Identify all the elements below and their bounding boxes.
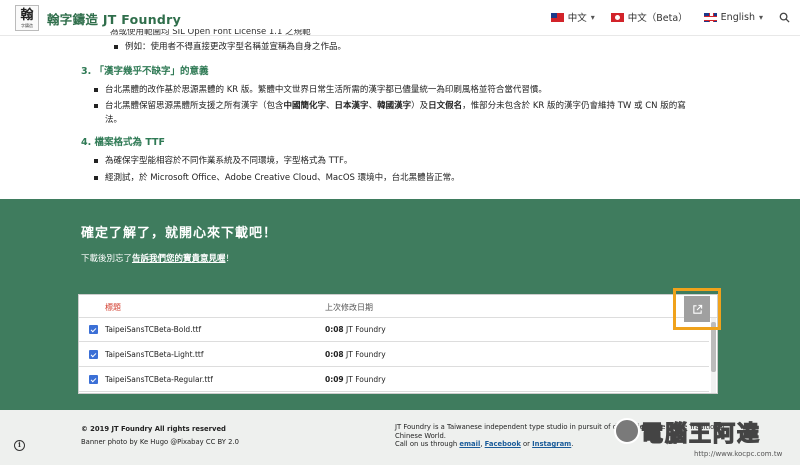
file-list-header: 標題 上次修改日期 bbox=[79, 295, 717, 318]
info-icon[interactable]: i bbox=[14, 440, 25, 451]
font-file-icon bbox=[89, 375, 98, 384]
text-segment: . bbox=[571, 440, 574, 448]
copyright-text: © 2019 JT Foundry All rights reserved bbox=[81, 425, 226, 433]
lang-label: 中文（Beta） bbox=[627, 13, 688, 24]
file-name: TaipeiSansTCBeta-Light.ttf bbox=[105, 350, 204, 359]
text-segment: or bbox=[520, 440, 533, 448]
language-nav: 中文 ▾ 中文（Beta） English ▾ bbox=[550, 10, 790, 24]
section-heading-4: 4. 檔案格式為 TTF bbox=[81, 137, 166, 148]
flag-uk-icon bbox=[703, 12, 717, 22]
text-segment: ！ bbox=[225, 254, 235, 264]
open-external-icon bbox=[692, 304, 702, 314]
chevron-down-icon: ▾ bbox=[590, 12, 595, 22]
footer-left: © 2019 JT Foundry All rights reserved Ba… bbox=[81, 423, 239, 449]
instagram-link[interactable]: Instagram bbox=[532, 440, 571, 448]
watermark-avatar bbox=[614, 418, 640, 444]
section4-bullet-2: 經測試，於 Microsoft Office、Adobe Creative Cl… bbox=[94, 172, 745, 184]
watermark-url: http://www.kocpc.com.tw bbox=[694, 450, 783, 458]
column-header-title[interactable]: 標題 bbox=[105, 302, 121, 313]
logo-subtext: 字鑄造 bbox=[21, 22, 33, 28]
file-time: 0:08 bbox=[325, 325, 344, 334]
logo-glyph: 翰 bbox=[20, 7, 34, 23]
section3-bullet-2: 台北黑體保留思源黑體所支援之所有漢字（包含中國簡化字、日本漢字、韓國漢字）及日文… bbox=[94, 100, 745, 112]
download-title: 確定了解了，就開心來下載吧！ bbox=[81, 226, 278, 241]
font-file-icon bbox=[89, 325, 98, 334]
lang-menu-zh-hk[interactable]: 中文（Beta） bbox=[610, 10, 688, 24]
search-button[interactable] bbox=[779, 10, 790, 24]
banner-credit: Banner photo by Ke Hugo @Pixabay CC BY 2… bbox=[81, 438, 239, 446]
text-segment: ，惟部分未包含於 KR 版的漢字仍會維持 TW 或 CN 版的寫 bbox=[462, 101, 686, 111]
section3-bullet-2-cont: 法。 bbox=[105, 115, 123, 125]
text-segment: 、 bbox=[326, 101, 335, 111]
text-segment: 、 bbox=[368, 101, 378, 111]
lang-menu-zh-tw[interactable]: 中文 ▾ bbox=[550, 10, 595, 24]
bold-term: 日本漢字 bbox=[334, 101, 369, 111]
file-modified: 0:08 JT Foundry bbox=[325, 325, 386, 334]
site-title[interactable]: 翰字鑄造 JT Foundry bbox=[47, 9, 181, 28]
lang-menu-en[interactable]: English ▾ bbox=[703, 10, 763, 24]
font-file-icon bbox=[89, 350, 98, 359]
facebook-link[interactable]: Facebook bbox=[485, 440, 521, 448]
file-time: 0:09 bbox=[325, 375, 344, 384]
file-owner: JT Foundry bbox=[346, 350, 386, 359]
open-button-surface[interactable] bbox=[684, 296, 710, 322]
section4-bullet-1: 為確保字型能相容於不同作業系統及不同環境，字型格式為 TTF。 bbox=[94, 155, 745, 167]
file-owner: JT Foundry bbox=[346, 375, 386, 384]
open-in-new-window-button[interactable] bbox=[673, 288, 721, 330]
flag-hk-icon bbox=[610, 12, 624, 22]
watermark-logo: 電腦王阿達 bbox=[640, 421, 762, 447]
text-segment: 下載後別忘了 bbox=[81, 254, 133, 264]
section3-bullet-1: 台北黑體的改作基於思源黑體的 KR 版。繁體中文世界日常生活所需的漢字都已儘量統… bbox=[94, 84, 745, 96]
flag-tw-icon bbox=[550, 12, 564, 22]
file-modified: 0:08 JT Foundry bbox=[325, 350, 386, 359]
site-logo[interactable]: 翰 字鑄造 bbox=[15, 5, 39, 31]
file-row[interactable]: TaipeiSansTCBeta-Light.ttf 0:08 JT Found… bbox=[79, 343, 709, 367]
bold-term: 中國簡化字 bbox=[283, 101, 327, 111]
file-modified: 0:09 JT Foundry bbox=[325, 375, 386, 384]
file-row[interactable]: TaipeiSansTCBeta-Regular.ttf 0:09 JT Fou… bbox=[79, 368, 709, 392]
example-bullet: 例如：使用者不得直接更改字型名稱並宣稱為自身之作品。 bbox=[114, 41, 765, 53]
email-link[interactable]: email bbox=[459, 440, 480, 448]
text-segment: Call on us through bbox=[395, 440, 460, 448]
file-owner: JT Foundry bbox=[346, 325, 386, 334]
drive-file-list: 標題 上次修改日期 TaipeiSansTCBeta-Bold.ttf 0:08… bbox=[78, 294, 718, 394]
file-name: TaipeiSansTCBeta-Regular.ttf bbox=[105, 375, 213, 384]
feedback-link[interactable]: 告訴我們您的寶貴意見喔 bbox=[132, 254, 226, 264]
chevron-down-icon: ▾ bbox=[758, 12, 763, 22]
text-segment: 台北黑體保留思源黑體所支援之所有漢字（包含 bbox=[105, 101, 284, 111]
section-heading-3: 3. 「漢字幾乎不缺字」的意義 bbox=[81, 66, 209, 77]
page: 翰 字鑄造 翰字鑄造 JT Foundry 中文 ▾ 中文（Beta） Engl… bbox=[0, 0, 800, 465]
download-subtitle: 下載後別忘了告訴我們您的寶貴意見喔！ bbox=[81, 252, 234, 264]
file-time: 0:08 bbox=[325, 350, 344, 359]
bold-term: 日文假名 bbox=[428, 101, 463, 111]
column-header-modified[interactable]: 上次修改日期 bbox=[325, 302, 373, 313]
file-row[interactable]: TaipeiSansTCBeta-Bold.ttf 0:08 JT Foundr… bbox=[79, 318, 709, 342]
bold-term: 韓國漢字 bbox=[377, 101, 412, 111]
lang-label: 中文 bbox=[567, 13, 587, 24]
search-icon bbox=[779, 12, 790, 23]
text-segment: ）及 bbox=[411, 101, 429, 111]
file-name: TaipeiSansTCBeta-Bold.ttf bbox=[105, 325, 202, 334]
lang-label: English bbox=[720, 11, 755, 23]
